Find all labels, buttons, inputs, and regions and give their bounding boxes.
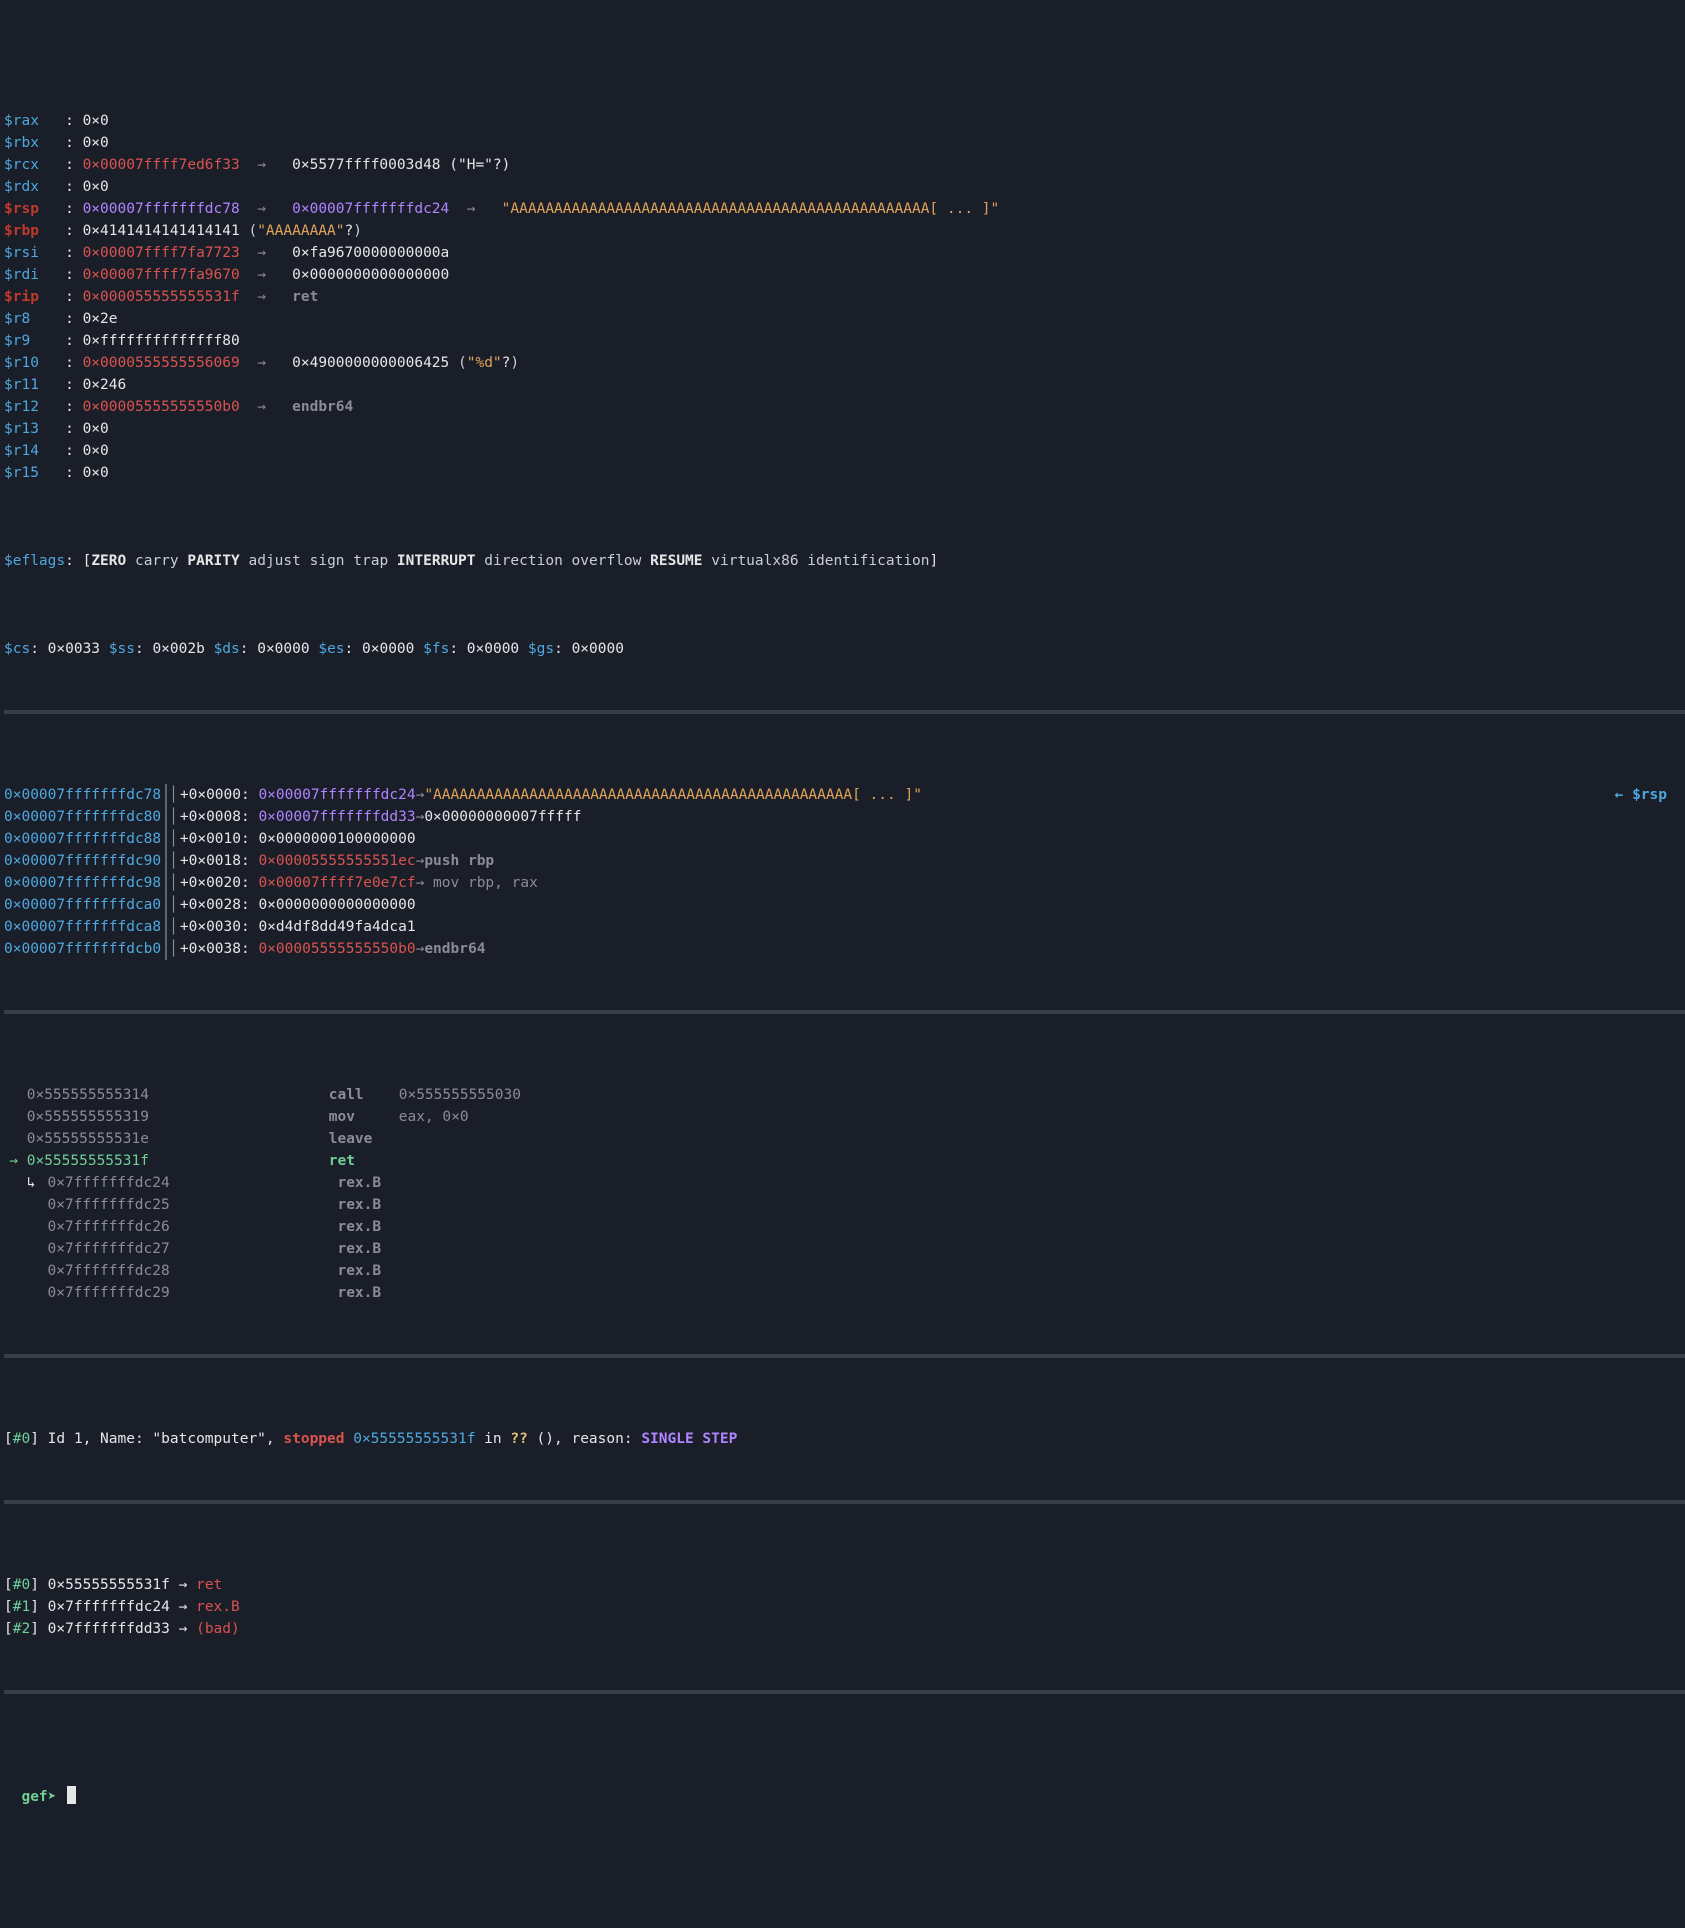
register-row: $rbp : 0×4141414141414141 ("AAAAAAAA"?) [4,220,1685,242]
stack-row: 0×00007fffffffdca0│+0×0028: 0×0000000000… [4,894,1685,916]
register-name: $rax [4,110,65,132]
prompt-text: gef➤ [21,1789,56,1805]
disasm-row: 0×7fffffffdc27rex.B [4,1238,1685,1260]
register-name: $rsp [4,198,65,220]
register-name: $r14 [4,440,65,462]
register-panel: $rax : 0×0$rbx : 0×0$rcx : 0×00007ffff7e… [4,110,1685,484]
trace-row: [#2] 0×7fffffffdd33 → (bad) [4,1618,1685,1640]
register-row: $r11 : 0×246 [4,374,1685,396]
register-name: $r10 [4,352,65,374]
register-name: $rdi [4,264,65,286]
section-divider [4,710,1685,714]
stack-row: 0×00007fffffffdca8│+0×0030: 0×d4df8dd49f… [4,916,1685,938]
register-name: $rcx [4,154,65,176]
register-name: $r8 [4,308,65,330]
register-name: $rdx [4,176,65,198]
stack-row: 0×00007fffffffdcb0│+0×0038: 0×0000555555… [4,938,1685,960]
register-row: $r8 : 0×2e [4,308,1685,330]
register-name: $r11 [4,374,65,396]
disassembly-panel: 0×555555555314call0×555555555030 0×55555… [4,1084,1685,1304]
stack-row: 0×00007fffffffdc98│+0×0020: 0×00007ffff7… [4,872,1685,894]
register-row: $r9 : 0×ffffffffffffff80 [4,330,1685,352]
register-name: $rbp [4,220,65,242]
prompt-line[interactable]: gef➤ [4,1764,1685,1808]
register-name: $r9 [4,330,65,352]
register-row: $rdi : 0×00007ffff7fa9670 → 0×0000000000… [4,264,1685,286]
section-divider [4,1500,1685,1504]
cursor-icon [67,1786,76,1804]
section-divider [4,1010,1685,1014]
disasm-row: 0×55555555531eleave [4,1128,1685,1150]
stack-panel: 0×00007fffffffdc78│+0×0000: 0×00007fffff… [4,784,1685,960]
register-row: $rip : 0×000055555555531f → ret [4,286,1685,308]
disasm-row: 0×7fffffffdc28rex.B [4,1260,1685,1282]
register-row: $r13 : 0×0 [4,418,1685,440]
stack-row: 0×00007fffffffdc88│+0×0010: 0×0000000100… [4,828,1685,850]
register-name: $rsi [4,242,65,264]
register-row: $rcx : 0×00007ffff7ed6f33 → 0×5577ffff00… [4,154,1685,176]
register-name: $r12 [4,396,65,418]
disasm-row: 0×555555555319moveax, 0×0 [4,1106,1685,1128]
register-row: $rsp : 0×00007fffffffdc78 → 0×00007fffff… [4,198,1685,220]
register-row: $r12 : 0×00005555555550b0 → endbr64 [4,396,1685,418]
register-name: $rip [4,286,65,308]
section-divider [4,1690,1685,1694]
disasm-row: → 0×55555555531fret [4,1150,1685,1172]
register-name: $rbx [4,132,65,154]
thread-info: [#0] Id 1, Name: "batcomputer", stopped … [4,1428,1685,1450]
section-divider [4,1354,1685,1358]
trace-row: [#1] 0×7fffffffdc24 → rex.B [4,1596,1685,1618]
register-name: $r15 [4,462,65,484]
stack-row: 0×00007fffffffdc80│+0×0008: 0×00007fffff… [4,806,1685,828]
eflags-line: $eflags: [ZERO carry PARITY adjust sign … [4,550,1685,572]
register-row: $rsi : 0×00007ffff7fa7723 → 0×fa96700000… [4,242,1685,264]
register-name: $r13 [4,418,65,440]
disasm-row: 0×555555555314call0×555555555030 [4,1084,1685,1106]
register-row: $rbx : 0×0 [4,132,1685,154]
register-row: $rdx : 0×0 [4,176,1685,198]
register-row: $r14 : 0×0 [4,440,1685,462]
register-row: $rax : 0×0 [4,110,1685,132]
disasm-row: 0×7fffffffdc25rex.B [4,1194,1685,1216]
segment-registers: $cs: 0×0033 $ss: 0×002b $ds: 0×0000 $es:… [4,638,1685,660]
trace-row: [#0] 0×55555555531f → ret [4,1574,1685,1596]
stack-row: 0×00007fffffffdc78│+0×0000: 0×00007fffff… [4,784,1685,806]
stack-row: 0×00007fffffffdc90│+0×0018: 0×0000555555… [4,850,1685,872]
disasm-row: 0×7fffffffdc29rex.B [4,1282,1685,1304]
trace-panel: [#0] 0×55555555531f → ret[#1] 0×7fffffff… [4,1574,1685,1640]
disasm-row: ↳ 0×7fffffffdc24rex.B [4,1172,1685,1194]
register-row: $r15 : 0×0 [4,462,1685,484]
rsp-marker: ← $rsp [1615,784,1685,806]
disasm-row: 0×7fffffffdc26rex.B [4,1216,1685,1238]
register-row: $r10 : 0×0000555555556069 → 0×4900000000… [4,352,1685,374]
